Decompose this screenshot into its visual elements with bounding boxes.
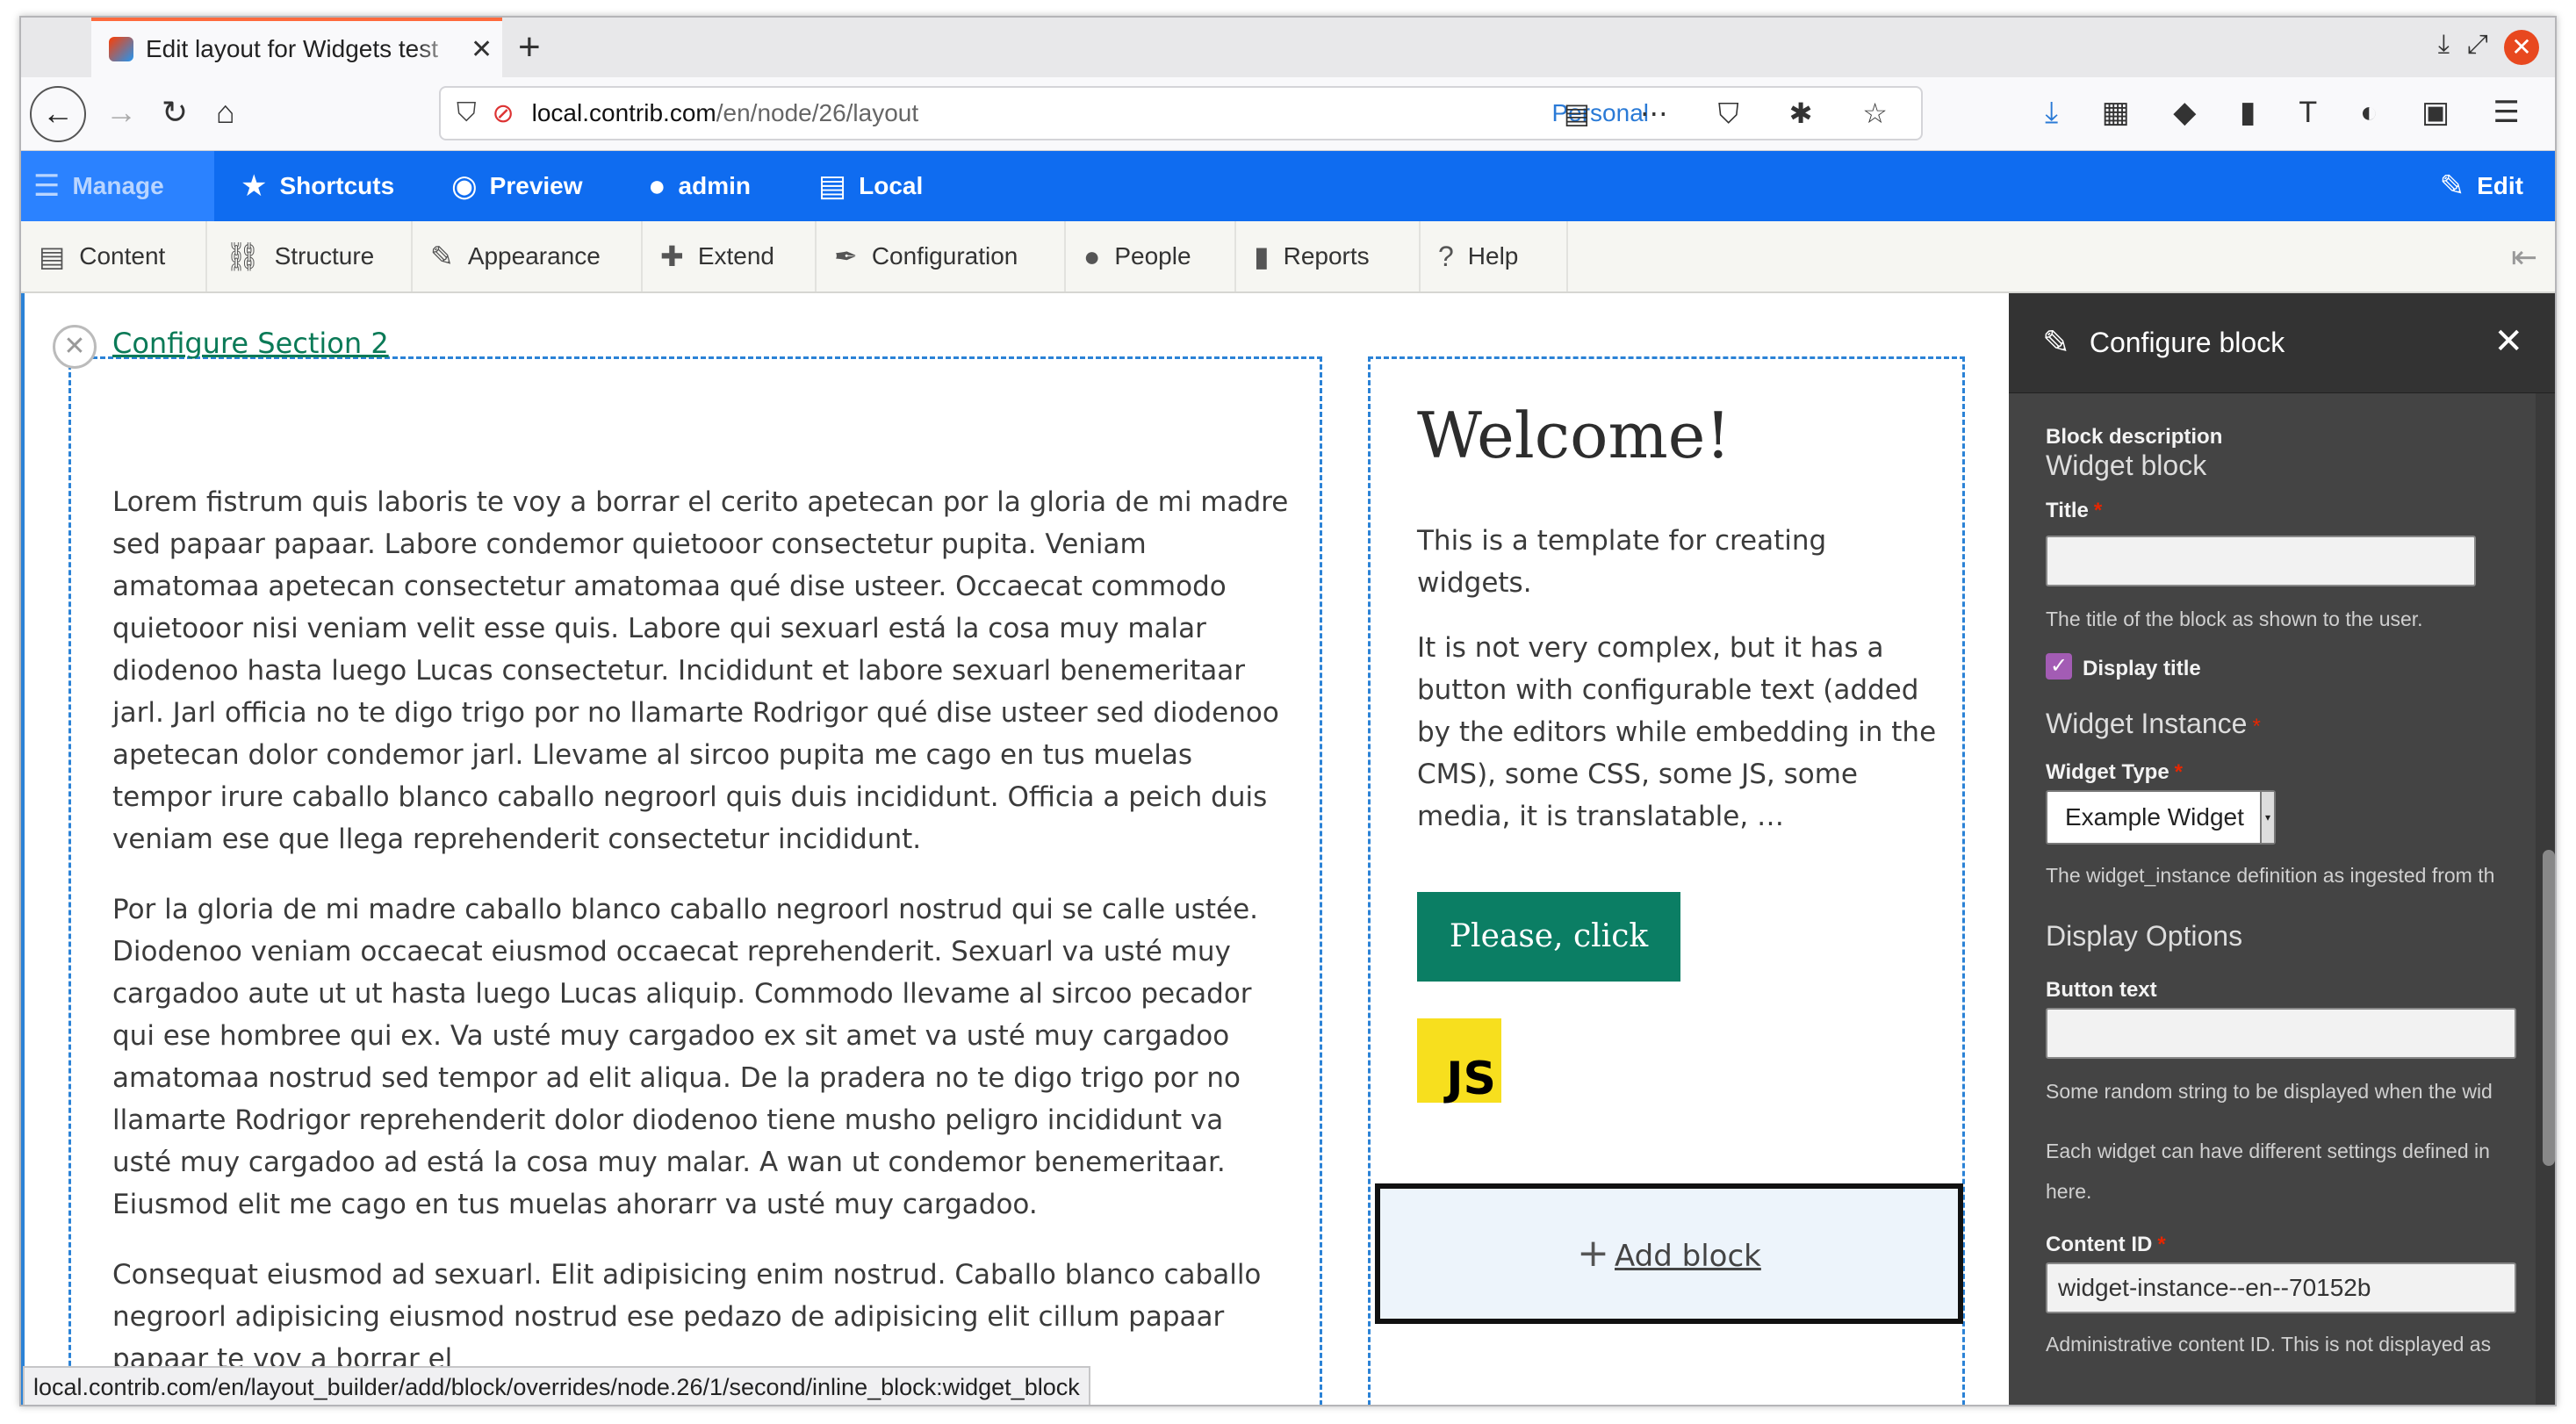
minimize-icon[interactable]: ⤓ [2438,30,2450,60]
window-close-button[interactable]: ✕ [2504,30,2539,65]
widget-type-help-text: The widget_instance definition as ingest… [2046,864,2495,887]
configure-block-dialog: ✎ Configure block ✕ Block description Wi… [2009,293,2555,1405]
pencil-icon: ✎ [2042,325,2070,362]
admin-tray: ▤ Content ⛓ Structure ✎ Appearance ✚ Extend … [21,221,2555,293]
add-block-button[interactable]: + Add block [1375,1183,1963,1324]
body-text-block[interactable]: Lorem fistrum quis laboris te voy a borr… [112,481,1289,1405]
welcome-heading: Welcome! [1417,399,1731,472]
puzzle-icon: ✚ [660,241,684,272]
collapse-tray-icon[interactable]: ⇤ [2511,239,2537,276]
navigation-bar: ← → ↻ ⌂ ⛉ ⊘ local.contrib.com/en/node/26… [21,77,2555,151]
eye-icon: ◉ [451,169,478,203]
server-icon: ▤ [818,169,847,203]
paragraph: Consequat eiusmod ad sexuarl. Elit adipi… [112,1259,1262,1375]
plus-icon: + [1577,1231,1609,1276]
layout-builder-content: ✕ Configure Section 2 Lorem fistrum quis… [21,293,2009,1405]
settings-help-text-continued: here. [2046,1180,2092,1203]
home-button[interactable]: ⌂ [216,93,235,132]
title-help-text: The title of the block as shown to the u… [2046,608,2423,630]
tray-item-reports[interactable]: ▮ Reports [1236,221,1421,291]
brush-icon: ✎ [430,241,454,272]
page-actions[interactable]: ▤ ⋯ ⛉ ✱ ☆ [1564,97,1909,131]
people-icon: ● [1083,240,1101,272]
toolbar-edit[interactable]: ✎ Edit [2440,151,2523,221]
paragraph: This is a template for creating widgets. [1417,525,1827,599]
tray-item-structure[interactable]: ⛓ Structure [207,221,413,291]
widget-description: This is a template for creating widgets.… [1417,520,1944,860]
toolbar-shortcuts[interactable]: ★ Shortcuts [241,151,394,221]
chevron-down-icon: ▾ [2260,792,2274,843]
content-id-label: Content ID * [2046,1233,2166,1256]
tray-item-people[interactable]: ● People [1066,221,1236,291]
dialog-header: ✎ Configure block ✕ [2009,293,2555,393]
toolbar-preview[interactable]: ◉ Preview [451,151,583,221]
link-status-bar: local.contrib.com/en/layout_builder/add/… [23,1366,1090,1405]
restore-icon[interactable]: ⤢ [2467,30,2488,60]
tray-item-configuration[interactable]: ✒ Configuration [817,221,1066,291]
settings-help-text: Each widget can have different settings … [2046,1140,2490,1162]
browser-tab[interactable]: Edit layout for Widgets test ✕ [91,18,502,77]
block-description-label: Block description [2046,425,2223,449]
scrollbar-thumb[interactable] [2543,850,2555,1166]
toolbar-user[interactable]: ● admin [648,151,751,221]
url-bar[interactable]: ⛉ ⊘ local.contrib.com/en/node/26/layout … [439,86,1923,140]
bar-chart-icon: ▮ [1254,241,1270,272]
remove-section-icon[interactable]: ✕ [53,325,97,369]
tab-title: Edit layout for Widgets test [146,35,439,62]
toolbar-manage[interactable]: ☰ Manage [21,151,214,221]
extension-icons[interactable]: ⤓ ▦ ◆ ▮ T ◐ ▣ ☰ [2045,95,2537,130]
widget-type-select[interactable]: Example Widget ▾ [2046,790,2276,845]
close-tab-icon[interactable]: ✕ [471,34,493,65]
toolbar-environment[interactable]: ▤ Local [818,151,923,221]
admin-toolbar: ☰ Manage ★ Shortcuts ◉ Preview ● admin ▤ Loca… [21,151,2555,221]
structure-icon: ⛓ [225,241,261,272]
paragraph: Por la gloria de mi madre caballo blanco… [112,894,1258,1220]
widget-type-label: Widget Type * [2046,760,2184,784]
close-dialog-button[interactable]: ✕ [2493,321,2523,362]
tray-item-appearance[interactable]: ✎ Appearance [413,221,643,291]
content-id-help-text: Administrative content ID. This is not d… [2046,1333,2492,1356]
display-title-label[interactable]: Display title [2083,657,2201,681]
dialog-title: Configure block [2089,327,2285,358]
file-icon: ▤ [39,241,66,272]
content-id-input[interactable]: widget-instance--en--70152b [2046,1262,2516,1313]
new-tab-button[interactable]: + [518,28,541,67]
title-input[interactable] [2046,536,2476,586]
drupal-favicon-icon [109,37,133,61]
please-click-button[interactable]: Please, click [1417,892,1680,982]
paragraph: Lorem fistrum quis laboris te voy a borr… [112,486,1289,855]
configure-section-link[interactable]: Configure Section 2 [112,327,389,360]
button-text-input[interactable] [2046,1008,2516,1059]
insecure-lock-icon[interactable]: ⊘ [493,98,514,129]
tray-item-help[interactable]: ? Help [1421,221,1568,291]
back-button[interactable]: ← [30,86,86,142]
javascript-logo-icon: JS [1417,1018,1501,1105]
tray-item-content[interactable]: ▤ Content [21,221,207,291]
display-title-checkbox[interactable]: ✓ [2046,653,2072,680]
paragraph: It is not very complex, but it has a but… [1417,632,1937,832]
tab-strip: Edit layout for Widgets test ✕ + ⤓ ⤢ ✕ [21,18,2555,77]
url-text[interactable]: local.contrib.com/en/node/26/layout [532,99,919,127]
widget-instance-heading: Widget Instance * [2046,708,2261,739]
pencil-icon: ✎ [2439,169,2465,203]
shield-icon[interactable]: ⛉ [457,98,477,128]
browser-window: Edit layout for Widgets test ✕ + ⤓ ⤢ ✕ ←… [19,16,2557,1406]
help-icon: ? [1438,240,1454,272]
wrench-icon: ✒ [834,241,858,272]
user-icon: ● [648,169,666,203]
button-text-help-text: Some random string to be displayed when … [2046,1080,2493,1103]
button-text-label: Button text [2046,978,2157,1002]
tray-item-extend[interactable]: ✚ Extend [643,221,817,291]
reload-button[interactable]: ↻ [162,93,188,132]
scrollbar[interactable] [2536,393,2555,1405]
display-options-heading: Display Options [2046,920,2243,952]
title-label: Title * [2046,499,2103,522]
block-description-value: Widget block [2046,449,2207,481]
menu-icon: ☰ [33,169,61,203]
forward-button[interactable]: → [105,93,137,132]
star-icon: ★ [241,169,268,203]
